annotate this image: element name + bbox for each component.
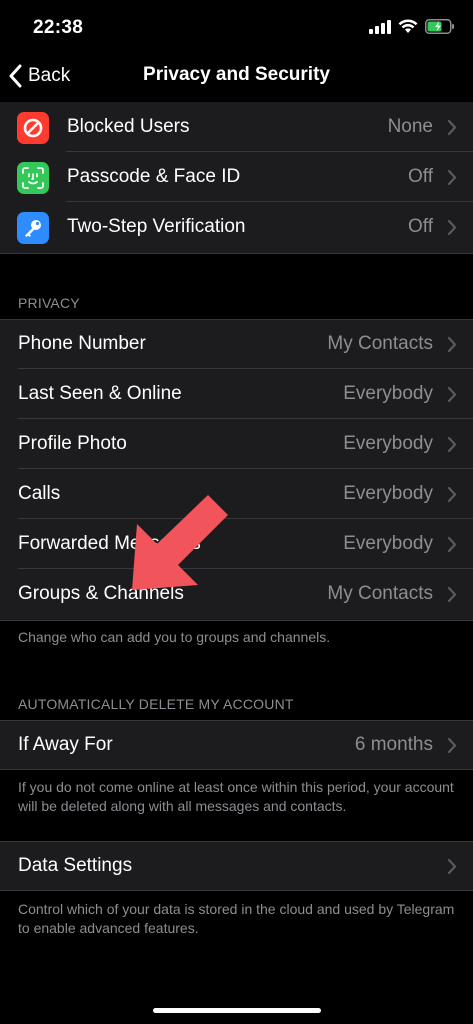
data-settings-footer: Control which of your data is stored in … (18, 901, 455, 936)
row-value: None (387, 116, 433, 137)
blocked-icon (17, 112, 49, 144)
row-value: Everybody (343, 483, 433, 504)
chevron-right-icon (447, 219, 457, 236)
auto-delete-footer: If you do not come online at least once … (18, 779, 454, 814)
privacy-group: Phone Number My Contacts Last Seen & Onl… (0, 319, 473, 621)
privacy-footer: Change who can add you to groups and cha… (18, 629, 331, 645)
row-label: Groups & Channels (18, 583, 184, 604)
row-value: Everybody (343, 433, 433, 454)
if-away-for-row[interactable]: If Away For 6 months (0, 720, 473, 770)
home-indicator[interactable] (153, 1008, 321, 1013)
groups-channels-row[interactable]: Groups & Channels My Contacts (0, 569, 473, 619)
row-value: My Contacts (327, 583, 433, 604)
row-label: Forwarded Messages (18, 533, 201, 554)
calls-row[interactable]: Calls Everybody (0, 469, 473, 519)
chevron-right-icon (447, 336, 457, 353)
chevron-right-icon (447, 169, 457, 186)
key-icon (17, 212, 49, 244)
page-title: Privacy and Security (143, 64, 330, 85)
chevron-right-icon (447, 386, 457, 403)
row-value: 6 months (354, 734, 433, 755)
row-value: Off (408, 166, 433, 187)
row-label: Last Seen & Online (18, 383, 182, 404)
chevron-right-icon (447, 436, 457, 453)
passcode-face-id-row[interactable]: Passcode & Face ID Off (0, 152, 473, 202)
row-label: Two-Step Verification (67, 216, 246, 237)
chevron-right-icon (447, 858, 457, 875)
forwarded-messages-row[interactable]: Forwarded Messages Everybody (0, 519, 473, 569)
row-value: My Contacts (327, 333, 433, 354)
status-time: 22:38 (33, 17, 84, 38)
row-value: Everybody (343, 383, 433, 404)
data-settings-row[interactable]: Data Settings (0, 841, 473, 891)
row-value: Off (408, 216, 433, 237)
row-label: Passcode & Face ID (67, 166, 241, 187)
group-bottom-border (0, 890, 473, 891)
privacy-section-header: PRIVACY (18, 295, 80, 311)
last-seen-online-row[interactable]: Last Seen & Online Everybody (0, 369, 473, 419)
row-label: If Away For (18, 734, 113, 755)
group-bottom-border (0, 620, 473, 621)
auto-delete-section-header: AUTOMATICALLY DELETE MY ACCOUNT (18, 696, 294, 712)
two-step-verification-row[interactable]: Two-Step Verification Off (0, 202, 473, 252)
chevron-right-icon (447, 119, 457, 136)
row-label: Calls (18, 483, 61, 504)
status-icons (369, 19, 455, 34)
chevron-right-icon (447, 586, 457, 603)
chevron-right-icon (447, 536, 457, 553)
row-label: Data Settings (18, 855, 133, 876)
face-id-icon (17, 162, 49, 194)
row-label: Blocked Users (67, 116, 190, 137)
status-bar: 22:38 (0, 0, 473, 52)
row-value: Everybody (343, 533, 433, 554)
security-group: Blocked Users None Passcode & Face ID Of… (0, 102, 473, 254)
chevron-right-icon (447, 486, 457, 503)
wifi-icon (398, 19, 418, 33)
phone-number-row[interactable]: Phone Number My Contacts (0, 319, 473, 369)
battery-icon (425, 19, 454, 34)
auto-delete-group: If Away For 6 months (0, 720, 473, 770)
chevron-right-icon (447, 737, 457, 754)
data-settings-group: Data Settings (0, 841, 473, 891)
signal-icon (369, 19, 391, 34)
profile-photo-row[interactable]: Profile Photo Everybody (0, 419, 473, 469)
row-label: Profile Photo (18, 433, 127, 454)
group-bottom-border (0, 253, 473, 254)
blocked-users-row[interactable]: Blocked Users None (0, 102, 473, 152)
navigation-bar: Back Privacy and Security (0, 52, 473, 100)
row-label: Phone Number (18, 333, 146, 354)
group-bottom-border (0, 769, 473, 770)
